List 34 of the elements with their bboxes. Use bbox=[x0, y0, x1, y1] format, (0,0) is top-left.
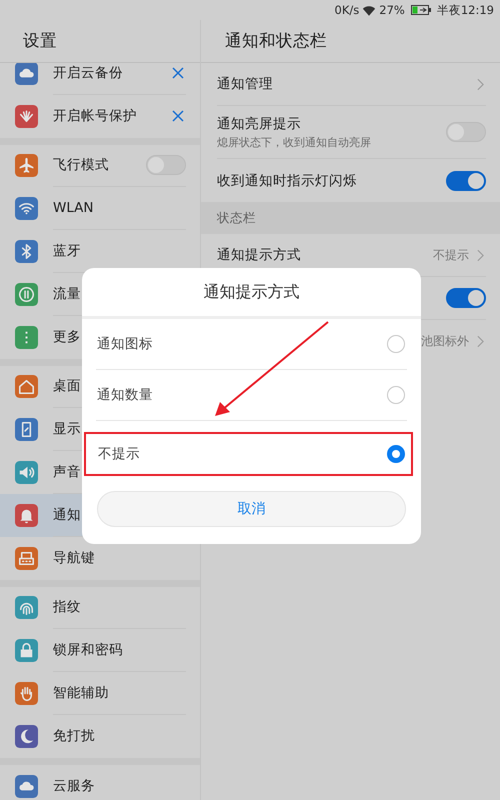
section-title: 状态栏 bbox=[217, 210, 256, 226]
row-description: 熄屏状态下，收到通知自动亮屏 bbox=[217, 134, 372, 150]
option-label: 通知数量 bbox=[97, 386, 153, 404]
item-label: 开启帐号保护 bbox=[53, 107, 137, 126]
option-label: 不提示 bbox=[98, 445, 140, 463]
row-label: 收到通知时指示灯闪烁 bbox=[217, 172, 358, 190]
item-label: 云服务 bbox=[53, 777, 95, 796]
row-label: 通知管理 bbox=[217, 75, 274, 93]
network-speed: 0K/s bbox=[334, 3, 360, 17]
item-label: 通知 bbox=[53, 506, 81, 524]
panel-title: 通知和状态栏 bbox=[224, 30, 327, 52]
item-label: 更多 bbox=[53, 328, 81, 346]
item-label: 声音 bbox=[53, 463, 81, 482]
sidebar-title: 设置 bbox=[22, 30, 57, 52]
row-value: 池图标外 bbox=[421, 333, 469, 350]
item-label: 导航键 bbox=[53, 549, 95, 568]
clock: 半夜12:19 bbox=[436, 2, 494, 18]
battery-percent: 27% bbox=[379, 3, 405, 17]
option-label: 通知图标 bbox=[97, 335, 153, 353]
item-label: 指纹 bbox=[53, 598, 81, 616]
item-label: 桌面 bbox=[53, 377, 81, 396]
item-label: 流量 bbox=[53, 284, 81, 303]
item-label: 智能辅助 bbox=[53, 684, 109, 702]
item-label: 飞行模式 bbox=[53, 156, 109, 174]
item-label: 锁屏和密码 bbox=[53, 641, 123, 660]
row-label: 通知提示方式 bbox=[217, 246, 302, 264]
row-value: 不提示 bbox=[433, 246, 469, 264]
item-label: 免打扰 bbox=[53, 727, 95, 746]
item-label: WLAN bbox=[53, 200, 94, 216]
item-label: 显示 bbox=[53, 420, 81, 438]
item-label: 蓝牙 bbox=[53, 242, 81, 260]
dialog-title: 通知提示方式 bbox=[204, 282, 300, 302]
item-label: 开启云备份 bbox=[53, 64, 123, 82]
row-label: 通知亮屏提示 bbox=[217, 114, 302, 132]
